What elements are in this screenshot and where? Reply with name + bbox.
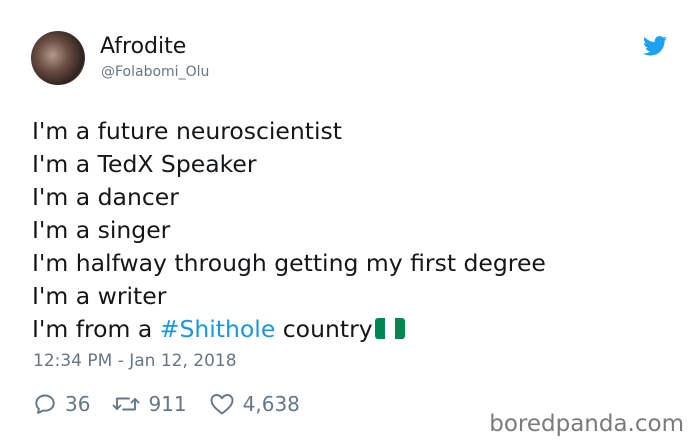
nigeria-flag-icon [374,318,405,339]
tweet-text: I'm a future neuroscientist I'm a TedX S… [32,115,672,346]
tweet-card: Afrodite @Folabomi_Olu I'm a future neur… [0,0,700,446]
reply-button[interactable]: 36 [33,392,90,416]
tweet-line: I'm a writer [32,282,167,310]
tweet-line-last: I'm from a #Shithole country [32,313,672,346]
author-display-name[interactable]: Afrodite [100,34,186,60]
retweet-icon [113,397,140,411]
hashtag-link[interactable]: #Shithole [160,315,276,343]
tweet-timestamp[interactable]: 12:34 PM - Jan 12, 2018 [33,350,237,372]
tweet-line: I'm a TedX Speaker [32,150,257,178]
reply-count: 36 [65,392,91,416]
tweet-line: I'm a dancer [32,183,179,211]
tweet-line: I'm a singer [32,216,171,244]
tweet-line-prefix: I'm from a [32,315,160,343]
retweet-count: 911 [148,392,187,416]
like-count: 4,638 [242,392,300,416]
tweet-line: I'm halfway through getting my first deg… [32,249,546,277]
reply-icon [35,394,55,414]
like-button[interactable]: 4,638 [209,392,300,416]
tweet-line-suffix: country [275,315,373,343]
avatar[interactable] [31,31,85,85]
twitter-bird-icon[interactable] [643,36,667,56]
retweet-button[interactable]: 911 [112,392,187,416]
author-handle[interactable]: @Folabomi_Olu [101,63,209,81]
tweet-actions: 36 911 4,638 [33,390,322,418]
tweet-line: I'm a future neuroscientist [32,117,342,145]
watermark: boredpanda.com [489,411,684,437]
heart-icon [210,394,234,415]
